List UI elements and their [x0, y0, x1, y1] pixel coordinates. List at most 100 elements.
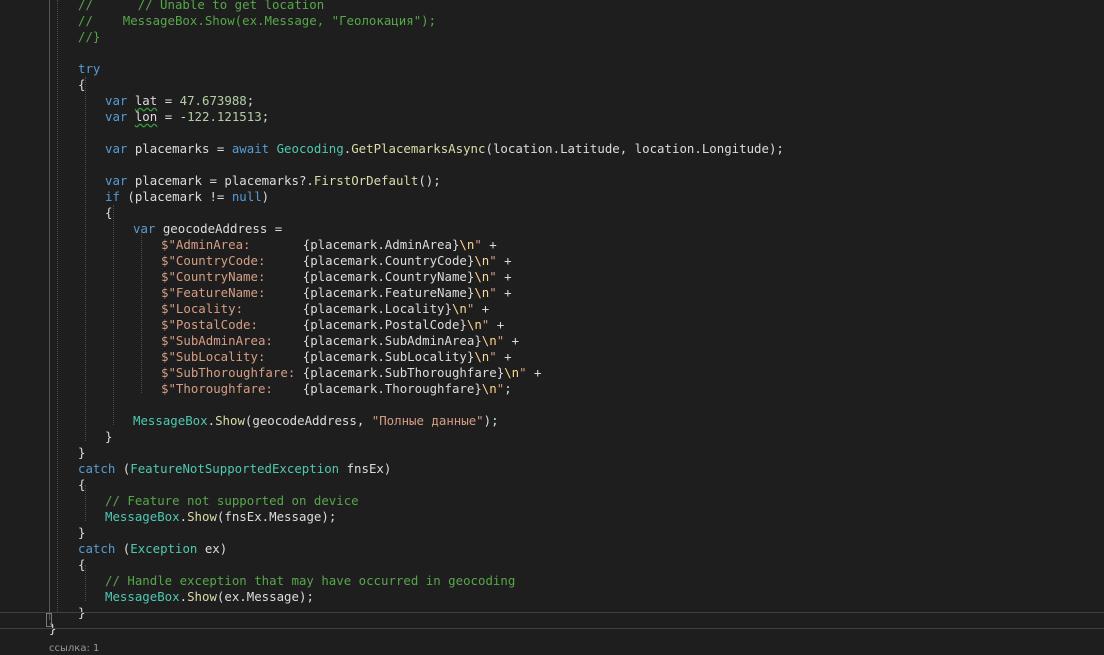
code-line-content: $"CountryName: {placemark.CountryName}\n…	[161, 269, 512, 285]
code-token: \n	[451, 301, 467, 316]
code-token: =	[157, 93, 180, 108]
code-token: \n	[474, 285, 490, 300]
code-line-content: var lon = -122.121513;	[105, 109, 269, 125]
code-line-content: MessageBox.Show(geocodeAddress, "Полные …	[133, 413, 499, 429]
code-token: var	[105, 93, 135, 108]
code-token: $"CountryCode:	[161, 253, 303, 268]
code-token: "	[474, 237, 482, 252]
code-token: +	[526, 365, 542, 380]
code-token: +	[504, 333, 520, 348]
method-separator-line	[0, 612, 1104, 613]
code-token: Geocoding	[276, 141, 344, 156]
unused-variable-token: lon	[134, 109, 158, 124]
code-token: .	[207, 413, 216, 428]
code-token: MessageBox	[105, 589, 180, 604]
code-line-content: // MessageBox.Show(ex.Message, "Геолокац…	[78, 13, 436, 29]
code-line-content: var geocodeAddress =	[133, 221, 282, 237]
code-token: ex)	[197, 541, 228, 556]
code-token: {	[78, 77, 86, 92]
code-token: \n	[481, 381, 497, 396]
code-token: fnsEx)	[339, 461, 392, 476]
code-token: \n	[474, 269, 490, 284]
code-token: if	[105, 189, 128, 204]
unused-variable-token: lat	[134, 93, 158, 108]
code-token: +	[489, 317, 505, 332]
code-token: Show	[187, 589, 217, 604]
code-token: Show	[215, 413, 245, 428]
codelens-references[interactable]: ссылка: 1	[49, 643, 99, 654]
code-line-content: catch (FeatureNotSupportedException fnsE…	[78, 461, 391, 477]
code-token: .	[179, 509, 188, 524]
code-token: "	[489, 269, 497, 284]
code-line-content: {	[105, 205, 112, 221]
code-token: +	[481, 237, 497, 252]
code-token: +	[496, 269, 512, 284]
code-token: catch	[78, 461, 123, 476]
code-token: GetPlacemarksAsync	[351, 141, 486, 156]
outline-margin-bar	[49, 0, 50, 620]
code-token: catch	[78, 541, 123, 556]
code-line-content: $"SubLocality: {placemark.SubLocality}\n…	[161, 349, 512, 365]
code-token: var	[105, 141, 135, 156]
code-token: $"Locality:	[161, 301, 303, 316]
code-line-content: var placemark = placemarks?.FirstOrDefau…	[105, 173, 441, 189]
indent-guide	[57, 0, 58, 612]
code-token: +	[496, 285, 512, 300]
code-token: placemarks =	[134, 141, 232, 156]
code-token: 122.121513	[187, 109, 262, 124]
code-line-content: $"CountryCode: {placemark.CountryCode}\n…	[161, 253, 512, 269]
code-line-content: var lat = 47.673988;	[105, 93, 254, 109]
code-token: $"FeatureName:	[161, 285, 303, 300]
code-token: }	[78, 445, 86, 460]
code-token: $"SubAdminArea:	[161, 333, 303, 348]
code-token: \n	[504, 365, 520, 380]
code-token: // // Unable to get location	[78, 0, 325, 12]
code-line-content: // Feature not supported on device	[105, 493, 359, 509]
code-token: {placemark.Thoroughfare}	[302, 381, 482, 396]
code-token: {placemark.Locality}	[302, 301, 452, 316]
code-token: = -	[157, 109, 188, 124]
code-token: {placemark.AdminArea}	[302, 237, 460, 252]
code-token: $"PostalCode:	[161, 317, 303, 332]
code-token: \n	[466, 317, 482, 332]
code-line-content: }	[78, 525, 85, 541]
code-token: {placemark.SubThoroughfare}	[302, 365, 505, 380]
code-token: null	[231, 189, 262, 204]
indent-guide	[113, 205, 114, 425]
code-token: 47.673988	[179, 93, 247, 108]
code-token: +	[474, 301, 490, 316]
code-token: {	[78, 477, 86, 492]
code-token: $"AdminArea:	[161, 237, 303, 252]
code-token: await	[231, 141, 277, 156]
code-token: "	[489, 349, 497, 364]
code-token: .	[179, 589, 188, 604]
code-token: ;	[246, 93, 255, 108]
code-token: ;	[504, 381, 512, 396]
code-token: (geocodeAddress,	[244, 413, 372, 428]
code-token: $"CountryName:	[161, 269, 303, 284]
code-token: \n	[459, 237, 475, 252]
code-line-content: $"Thoroughfare: {placemark.Thoroughfare}…	[161, 381, 512, 397]
code-token: ();	[418, 173, 441, 188]
indent-guide	[141, 229, 142, 393]
code-line-content: {	[78, 557, 85, 573]
code-token: $"SubLocality:	[161, 349, 303, 364]
code-token: "Полные данные"	[371, 413, 484, 428]
code-line-content: try	[78, 61, 100, 77]
code-token: {	[78, 557, 86, 572]
code-line-content: // Handle exception that may have occurr…	[105, 573, 515, 589]
code-token: var	[133, 221, 163, 236]
code-token: (fnsEx.Message);	[216, 509, 337, 524]
code-line-content: $"PostalCode: {placemark.PostalCode}\n" …	[161, 317, 504, 333]
code-line-content: }	[78, 605, 85, 621]
code-token: MessageBox	[133, 413, 208, 428]
brace-match-highlight	[46, 613, 52, 627]
code-token: );	[483, 413, 499, 428]
code-editor[interactable]: // // Unable to get location// MessageBo…	[0, 0, 1104, 655]
code-token: MessageBox	[105, 509, 180, 524]
code-token: \n	[474, 253, 490, 268]
code-token: (placemark !=	[127, 189, 232, 204]
code-line-content: }	[105, 429, 112, 445]
code-line-content: $"FeatureName: {placemark.FeatureName}\n…	[161, 285, 512, 301]
code-token: // Feature not supported on device	[105, 493, 359, 508]
